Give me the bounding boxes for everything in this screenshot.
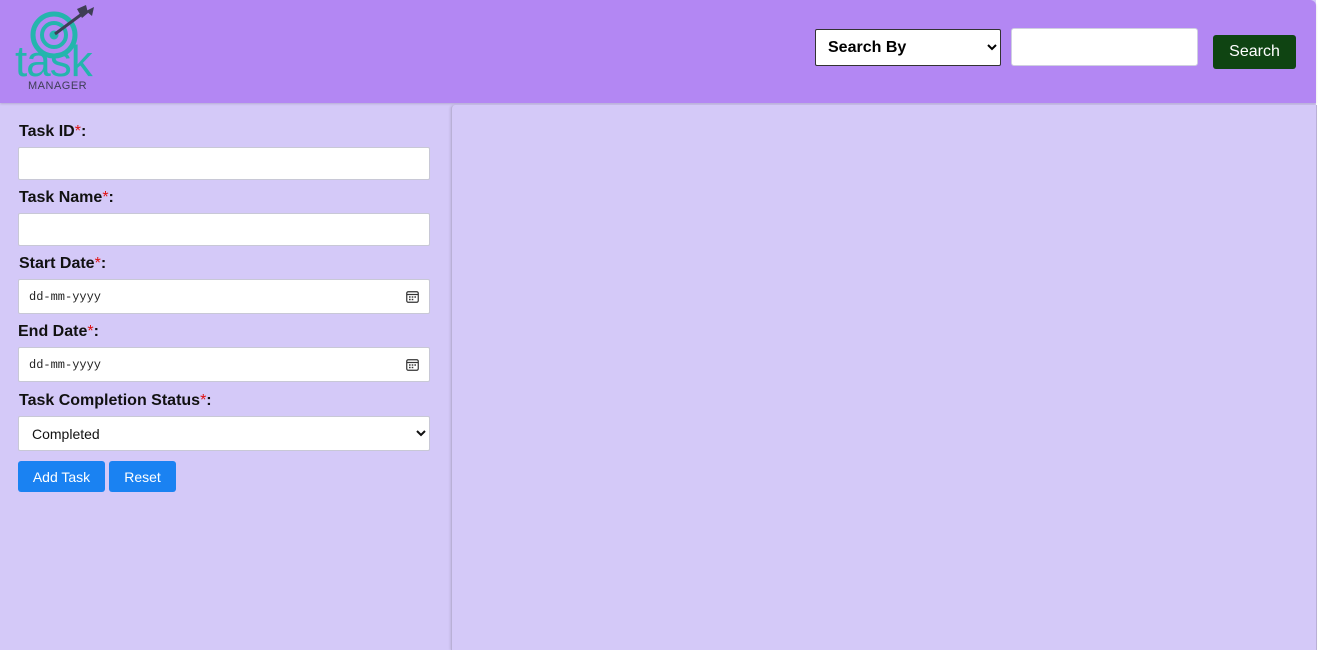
task-name-input[interactable] [18, 213, 430, 246]
search-by-select[interactable]: Search By [815, 29, 1001, 66]
task-id-input[interactable] [18, 147, 430, 180]
required-marker: * [87, 323, 94, 340]
reset-button[interactable]: Reset [109, 461, 176, 492]
logo-word: task [15, 37, 93, 86]
search-input[interactable] [1011, 28, 1198, 66]
task-form-panel: Task ID*: Task Name*: Start Date*: dd-mm… [0, 104, 450, 650]
header-bar: task MANAGER Search By Search [0, 0, 1316, 103]
task-list-panel [451, 105, 1317, 650]
task-status-select[interactable]: Completed [18, 416, 430, 451]
end-date-input[interactable]: dd-mm-yyyy [18, 347, 430, 382]
logo-subtitle: MANAGER [28, 80, 88, 92]
app-window: task MANAGER Search By Search Task ID*: … [0, 0, 1317, 650]
task-name-label: Task Name*: [19, 189, 114, 206]
search-button[interactable]: Search [1213, 35, 1296, 69]
logo: task MANAGER [14, 4, 114, 96]
add-task-button[interactable]: Add Task [18, 461, 105, 492]
start-date-label: Start Date*: [19, 255, 107, 272]
task-id-label: Task ID*: [19, 123, 87, 140]
calendar-icon[interactable] [406, 290, 419, 303]
start-date-placeholder: dd-mm-yyyy [29, 290, 102, 304]
required-marker: * [102, 189, 109, 206]
start-date-input[interactable]: dd-mm-yyyy [18, 279, 430, 314]
calendar-icon[interactable] [406, 358, 419, 371]
end-date-label: End Date*: [18, 323, 99, 340]
required-marker: * [74, 123, 81, 140]
end-date-placeholder: dd-mm-yyyy [29, 358, 102, 372]
required-marker: * [200, 392, 207, 409]
required-marker: * [94, 255, 101, 272]
task-status-label: Task Completion Status*: [19, 392, 212, 409]
